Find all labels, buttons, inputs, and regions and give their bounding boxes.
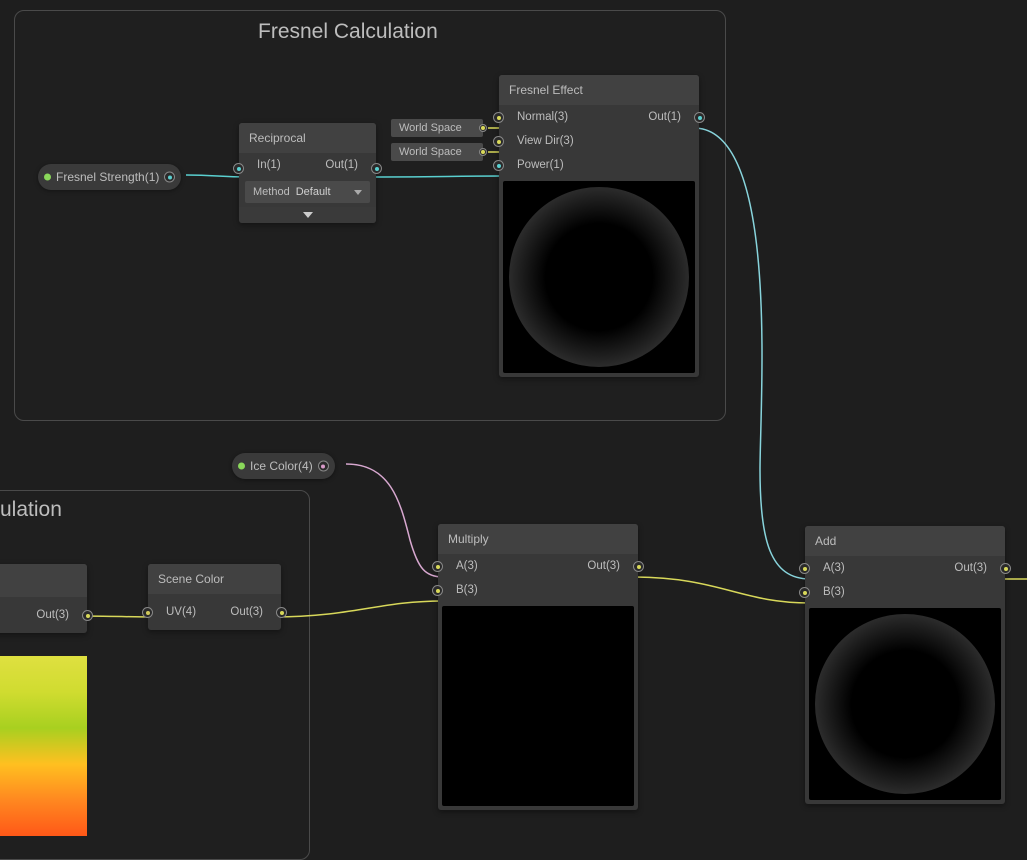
param-indicator [44, 174, 51, 181]
sphere-preview [815, 614, 995, 794]
node-title: Reciprocal [249, 131, 306, 145]
node-title: Multiply [448, 532, 489, 546]
port-label-a: A(3) [456, 560, 478, 572]
port-out-fresnel-effect[interactable] [694, 112, 705, 123]
sphere-preview [509, 187, 689, 367]
port-label-out: Out(3) [230, 606, 263, 618]
node-header[interactable]: Fresnel Effect [499, 75, 699, 105]
port-in-add-b[interactable] [799, 587, 810, 598]
port-label-b: B(3) [456, 584, 478, 596]
node-collapse-toggle[interactable] [239, 207, 376, 223]
port-out-partial[interactable] [82, 610, 93, 621]
param-ice-color[interactable]: Ice Color(4) [232, 453, 335, 479]
node-header[interactable]: Scene Color [148, 564, 281, 594]
port-in-multiply-a[interactable] [432, 561, 443, 572]
port-in-add-a[interactable] [799, 563, 810, 574]
port-out-tag-ws1[interactable] [479, 124, 487, 132]
port-out-scene-color[interactable] [276, 607, 287, 618]
port-in-power[interactable] [493, 160, 504, 171]
port-label-power: Power(1) [517, 159, 564, 171]
node-preview [442, 606, 634, 806]
port-in-multiply-b[interactable] [432, 585, 443, 596]
chevron-down-icon [354, 190, 362, 195]
node-header[interactable] [0, 564, 87, 597]
param-indicator [238, 463, 245, 470]
port-in-normal[interactable] [493, 112, 504, 123]
port-label-uv: UV(4) [166, 606, 196, 618]
port-out-reciprocal[interactable] [371, 163, 382, 174]
port-out-tag-ws2[interactable] [479, 148, 487, 156]
port-label-out: Out(3) [36, 609, 69, 621]
port-label-out: Out(3) [954, 562, 987, 574]
port-in-uv[interactable] [142, 607, 153, 618]
port-label-a: A(3) [823, 562, 845, 574]
port-label-in: In(1) [257, 159, 281, 171]
node-header[interactable]: Add [805, 526, 1005, 556]
node-preview [503, 181, 695, 373]
node-reciprocal[interactable]: Reciprocal In(1) Out(1) Method Default [239, 123, 376, 223]
port-out-ice-color[interactable] [318, 461, 329, 472]
param-label: Fresnel Strength(1) [56, 170, 159, 184]
port-label-out: Out(3) [587, 560, 620, 572]
port-label-out: Out(1) [325, 159, 358, 171]
node-header[interactable]: Multiply [438, 524, 638, 554]
port-label-out: Out(1) [648, 111, 681, 123]
node-title: Scene Color [158, 572, 224, 586]
dropdown-value: Default [296, 186, 354, 198]
port-in-viewdir[interactable] [493, 136, 504, 147]
port-label-normal: Normal(3) [517, 111, 568, 123]
param-fresnel-strength[interactable]: Fresnel Strength(1) [38, 164, 181, 190]
node-add[interactable]: Add A(3) Out(3) B(3) [805, 526, 1005, 804]
node-partial-out[interactable]: Out(3) [0, 564, 87, 633]
dropdown-method[interactable]: Method Default [245, 181, 370, 203]
port-out-multiply[interactable] [633, 561, 644, 572]
tag-label: World Space [399, 122, 462, 134]
tag-world-space-normal[interactable]: World Space [391, 119, 483, 137]
dropdown-label: Method [253, 186, 290, 198]
group-title-partial: ulation [0, 498, 62, 522]
param-label: Ice Color(4) [250, 459, 313, 473]
node-multiply[interactable]: Multiply A(3) Out(3) B(3) [438, 524, 638, 810]
port-out-fresnel-strength[interactable] [164, 172, 175, 183]
node-scene-color[interactable]: Scene Color UV(4) Out(3) [148, 564, 281, 630]
group-title-fresnel: Fresnel Calculation [258, 20, 438, 44]
node-preview [809, 608, 1001, 800]
tag-world-space-viewdir[interactable]: World Space [391, 143, 483, 161]
node-title: Add [815, 534, 836, 548]
tag-label: World Space [399, 146, 462, 158]
node-fresnel-effect[interactable]: Fresnel Effect Normal(3) Out(1) View Dir… [499, 75, 699, 377]
node-title: Fresnel Effect [509, 83, 583, 97]
port-label-viewdir: View Dir(3) [517, 135, 574, 147]
port-in-reciprocal[interactable] [233, 163, 244, 174]
node-header[interactable]: Reciprocal [239, 123, 376, 153]
port-out-add[interactable] [1000, 563, 1011, 574]
gradient-preview [0, 656, 87, 836]
port-label-b: B(3) [823, 586, 845, 598]
chevron-down-icon [303, 212, 313, 218]
